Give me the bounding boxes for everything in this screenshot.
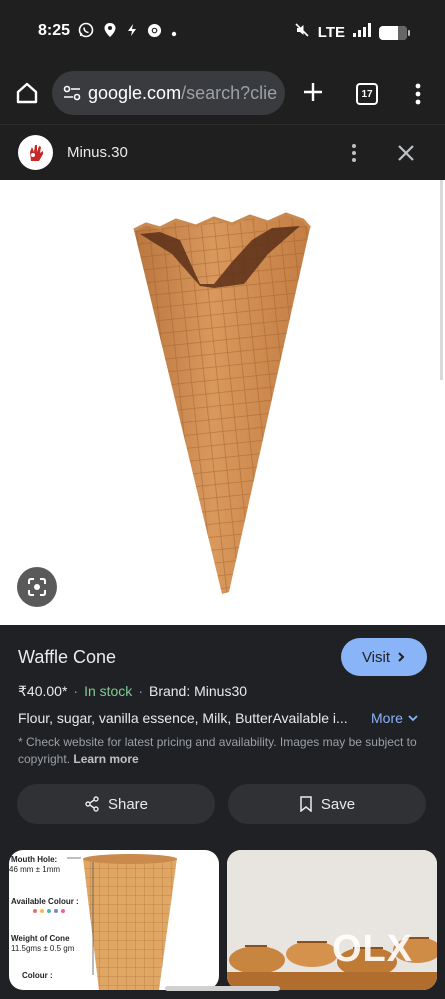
related-card-spec[interactable]: Mouth Hole: 46 mm ± 1mm Available Colour…	[9, 850, 219, 990]
more-button[interactable]: More	[371, 710, 419, 726]
battery-icon	[379, 25, 410, 40]
dot-icon	[171, 23, 177, 41]
result-options-button[interactable]	[344, 141, 364, 165]
site-name[interactable]: Minus.30	[67, 144, 128, 161]
price: ₹40.00*	[18, 683, 68, 699]
url-path: /search?clie	[181, 82, 278, 103]
visit-label: Visit	[361, 648, 391, 666]
site-settings-icon[interactable]	[62, 83, 82, 103]
colour-label: Available Colour :	[11, 897, 79, 906]
share-label: Share	[107, 795, 149, 813]
mouth-hole-label: Mouth Hole:	[11, 855, 58, 864]
share-button[interactable]: Share	[17, 784, 215, 824]
url-host: google.com	[88, 82, 182, 103]
stock-status: In stock	[84, 683, 133, 699]
home-icon	[16, 82, 38, 104]
share-icon	[85, 796, 99, 812]
weight-label: Weight of Cone	[11, 934, 70, 943]
status-time: 8:25	[38, 22, 71, 39]
product-details: Waffle Cone Visit ₹40.00* · In stock · Brand…	[0, 625, 445, 847]
save-label: Save	[320, 795, 356, 813]
url-text: google.com/search?clie	[88, 83, 277, 104]
bookmark-icon	[300, 796, 312, 812]
close-icon	[398, 145, 414, 161]
product-description: Flour, sugar, vanilla essence, Milk, But…	[18, 710, 348, 726]
result-header: Minus.30	[0, 124, 445, 180]
related-card-photo[interactable]: OLX	[227, 850, 437, 990]
product-title: Waffle Cone	[18, 647, 117, 667]
home-button[interactable]	[12, 78, 42, 108]
lens-search-button[interactable]	[17, 567, 57, 607]
chrome-icon	[147, 23, 162, 42]
whatsapp-icon	[78, 22, 94, 42]
close-button[interactable]	[394, 141, 418, 165]
system-status: LTE	[294, 22, 410, 43]
address-bar[interactable]: google.com/search?clie	[52, 71, 285, 115]
site-logo	[18, 135, 53, 170]
chevron-right-icon	[398, 652, 405, 662]
location-icon	[103, 22, 117, 42]
gesture-nav-bar[interactable]	[165, 986, 280, 991]
learn-more-link[interactable]: Learn more	[73, 752, 138, 766]
mouth-hole-value: 46 mm ± 1mm	[9, 865, 61, 874]
tab-switcher-button[interactable]: 17	[356, 83, 378, 105]
signal-icon	[353, 23, 371, 42]
network-type: LTE	[317, 24, 345, 41]
notification-icons	[78, 22, 177, 42]
weight-value: 11.5gms ± 0.5 gm	[11, 944, 75, 953]
olx-watermark: OLX	[332, 928, 414, 970]
status-bar: 8:25 LTE	[0, 0, 445, 62]
new-tab-button[interactable]	[299, 78, 327, 106]
colour-label-2: Colour :	[22, 971, 53, 980]
scroll-indicator	[440, 180, 443, 380]
disclaimer: * Check website for latest pricing and a…	[18, 734, 418, 768]
visit-button[interactable]: Visit	[341, 638, 427, 676]
related-results: Mouth Hole: 46 mm ± 1mm Available Colour…	[0, 847, 445, 999]
hand-logo-icon	[29, 144, 43, 161]
bolt-icon	[126, 23, 138, 41]
chevron-down-icon	[408, 715, 418, 722]
more-vert-icon	[415, 83, 421, 105]
more-label: More	[371, 710, 403, 726]
product-meta: ₹40.00* · In stock · Brand: Minus30	[18, 683, 248, 699]
browser-menu-button[interactable]	[408, 80, 428, 108]
plus-icon	[304, 83, 322, 101]
brand: Brand: Minus30	[148, 683, 248, 699]
lens-icon	[28, 578, 46, 596]
browser-toolbar: google.com/search?clie 17	[0, 62, 445, 124]
mute-icon	[294, 22, 310, 43]
more-vert-icon	[352, 144, 356, 162]
waffle-cone-image	[133, 212, 312, 594]
save-button[interactable]: Save	[228, 784, 426, 824]
product-image[interactable]	[0, 180, 445, 625]
